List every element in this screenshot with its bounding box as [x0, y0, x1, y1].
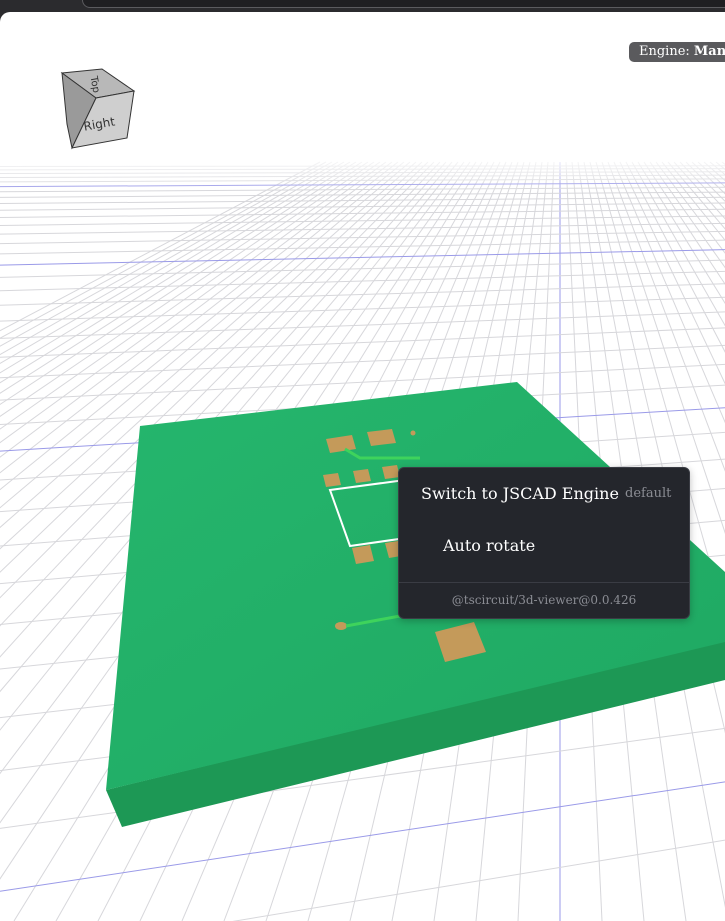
switch-engine-hint: default: [625, 486, 672, 501]
browser-tab-bar: [82, 0, 725, 8]
3d-viewport[interactable]: Top Right Engine: Manifold Switch to JSC…: [0, 12, 725, 921]
grid-line: [0, 296, 725, 322]
engine-prefix: Engine:: [639, 44, 694, 59]
grid-line: [0, 215, 725, 226]
grid-line: [232, 839, 725, 921]
switch-engine-menu-item[interactable]: Switch to JSCAD Engine default: [399, 474, 689, 514]
grid-line: [0, 191, 725, 198]
switch-engine-label: Switch to JSCAD Engine: [421, 484, 619, 503]
grid-line: [715, 161, 725, 170]
grid-line: [0, 344, 725, 379]
context-menu: Switch to JSCAD Engine default Auto rota…: [398, 467, 690, 619]
auto-rotate-label: Auto rotate: [443, 536, 536, 555]
auto-rotate-menu-item[interactable]: Auto rotate: [399, 526, 689, 566]
grid-line: [709, 161, 725, 176]
grid-line: [0, 363, 725, 401]
grid-line: [703, 161, 725, 182]
grid-line: [0, 781, 725, 892]
view-cube[interactable]: Top Right: [60, 68, 136, 150]
version-label: @tscircuit/3d-viewer@0.0.426: [451, 593, 637, 607]
engine-name: Manifold: [693, 44, 725, 59]
grid-line: [0, 283, 725, 306]
grid-line: [697, 161, 725, 188]
engine-badge: Engine: Manifold: [629, 42, 725, 62]
browser-top-strip: [0, 0, 725, 12]
